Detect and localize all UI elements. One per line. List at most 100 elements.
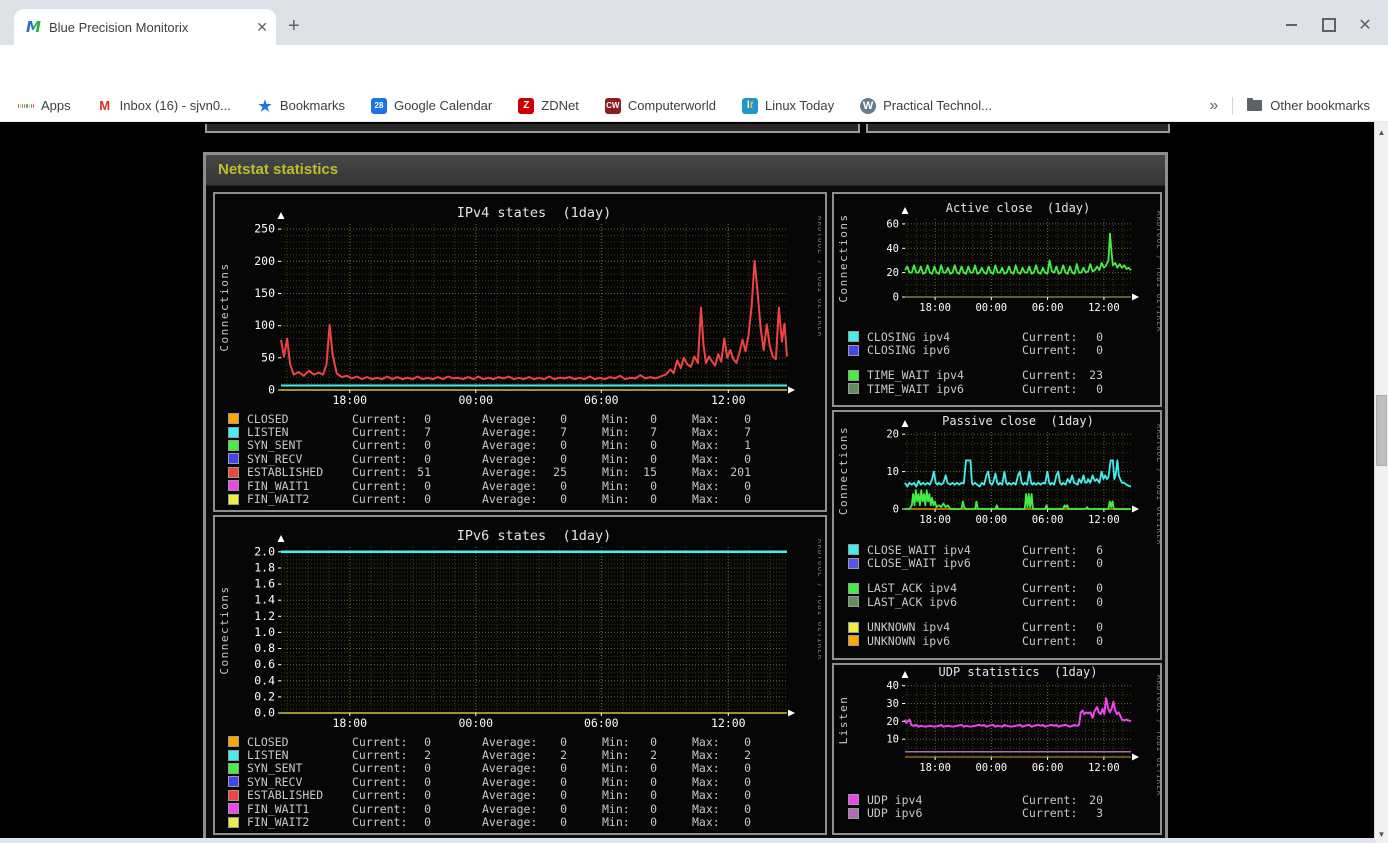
- other-bookmarks-label[interactable]: Other bookmarks: [1270, 98, 1370, 113]
- svg-text:0.4: 0.4: [254, 673, 275, 687]
- scrollbar-up-arrow[interactable]: ▲: [1375, 128, 1388, 137]
- legend-stat-label: Average:: [482, 478, 538, 493]
- legend-stat-label: Max:: [692, 734, 720, 749]
- legend-stat-value: 0: [560, 438, 567, 453]
- legend-stat-value: 0: [650, 492, 657, 507]
- legend-stat-value: 0: [1096, 581, 1103, 596]
- legend-stat-label: Current:: [1022, 368, 1078, 383]
- svg-text:Connections: Connections: [218, 262, 231, 351]
- legend-stat-label: Current:: [1022, 792, 1078, 807]
- previous-graph-panel-bottom: [205, 124, 860, 133]
- legend-stat-value: 2: [424, 748, 431, 763]
- window-maximize-button[interactable]: [1320, 16, 1338, 34]
- svg-text:0.0: 0.0: [254, 706, 275, 720]
- legend-label: ESTABLISHED: [247, 465, 324, 480]
- svg-text:0: 0: [893, 292, 899, 304]
- tab-close-icon[interactable]: ✕: [256, 19, 268, 36]
- legend-stat-value: 0: [744, 815, 751, 830]
- legend-label: LISTEN: [247, 748, 289, 763]
- bookmark-zdnet[interactable]: Z ZDNet: [518, 97, 579, 114]
- svg-text:RRDTOOL / TOBI OETIKER: RRDTOOL / TOBI OETIKER: [816, 539, 821, 660]
- svg-text:20: 20: [886, 429, 899, 441]
- legend-stat-value: 0: [424, 788, 431, 803]
- legend-swatch: [228, 736, 239, 748]
- legend-row: CLOSED Current: 0 Average: 0 Min: 0 Max: 0: [215, 411, 825, 426]
- svg-text:0.8: 0.8: [254, 641, 275, 655]
- legend-row: FIN_WAIT2 Current: 0 Average: 0 Min: 0 Max: 0: [215, 815, 825, 830]
- svg-text:IPv4 states (1day): IPv4 states (1day): [457, 205, 611, 221]
- svg-text:00:00: 00:00: [975, 302, 1007, 314]
- legend-stat-value: 0: [744, 734, 751, 749]
- bookmark-google-calendar[interactable]: 28 Google Calendar: [370, 97, 492, 114]
- legend-swatch: [228, 453, 239, 465]
- legend-stat-value: 0: [560, 801, 567, 816]
- legend-swatch: [848, 582, 859, 594]
- bookmark-linux-today[interactable]: l t Linux Today: [741, 97, 834, 114]
- legend-swatch: [228, 816, 239, 828]
- legend-stat-label: Current:: [352, 788, 408, 803]
- ipv4-states-graph[interactable]: 0 50 100 150 200 250 18:00 00:00 06:00 12:00 IPv4 …: [213, 192, 827, 512]
- netstat-statistics-section: Netstat statistics 0 50 100 150 200 250 18:00 0…: [203, 152, 1168, 838]
- legend-stat-label: Current:: [1022, 329, 1078, 344]
- svg-text:18:00: 18:00: [919, 762, 951, 774]
- legend-stat-value: 2: [744, 748, 751, 763]
- legend-label: LAST_ACK ipv4: [867, 581, 958, 596]
- svg-text:RRDTOOL / TOBI OETIKER: RRDTOOL / TOBI OETIKER: [1155, 675, 1160, 796]
- legend-stat-value: 51: [417, 465, 431, 480]
- ipv6-states-graph[interactable]: 0.0 0.2 0.4 0.6 0.8 1.0 1.2 1.4 1.6 1.8 2.0 18:00 00…: [213, 515, 827, 835]
- window-minimize-button[interactable]: [1282, 16, 1300, 34]
- legend-label: FIN_WAIT1: [247, 478, 310, 493]
- scrollbar-thumb[interactable]: [1376, 395, 1387, 466]
- svg-text:06:00: 06:00: [584, 716, 619, 730]
- previous-graph-panel-bottom: [866, 124, 1170, 133]
- legend-label: CLOSE_WAIT ipv4: [867, 542, 971, 557]
- legend-stat-value: 0: [744, 478, 751, 493]
- legend-stat-value: 15: [643, 465, 657, 480]
- window-bottom-edge: [0, 838, 1374, 843]
- window-close-button[interactable]: ✕: [1356, 16, 1374, 34]
- legend-stat-value: 7: [560, 425, 567, 440]
- legend-swatch: [228, 426, 239, 438]
- legend-swatch: [848, 369, 859, 381]
- legend-stat-label: Average:: [482, 788, 538, 803]
- legend-row: FIN_WAIT1 Current: 0 Average: 0 Min: 0 Max: 0: [215, 478, 825, 493]
- svg-text:1.6: 1.6: [254, 577, 275, 591]
- legend-label: UNKNOWN ipv4: [867, 620, 951, 635]
- legend-swatch: [848, 635, 859, 647]
- legend-stat-value: 0: [424, 774, 431, 789]
- legend-row: SYN_RECV Current: 0 Average: 0 Min: 0 Max: 0: [215, 774, 825, 789]
- svg-text:2.0: 2.0: [254, 544, 275, 558]
- bookmark-bookmarks[interactable]: ★ Bookmarks: [256, 97, 345, 115]
- bookmark-computerworld[interactable]: CW Computerworld: [604, 97, 716, 114]
- active-close-graph[interactable]: 0 20 40 60 18:00 00:00 06:00 12:00 Active close …: [832, 192, 1162, 407]
- bookmark-practical-technology[interactable]: W Practical Technol...: [860, 97, 992, 114]
- legend-row: UDP ipv6 Current: 3: [834, 806, 1160, 820]
- new-tab-button[interactable]: +: [288, 16, 300, 36]
- udp-statistics-graph[interactable]: 10 20 30 40 18:00 00:00 06:00 12:00 UDP statisti…: [832, 663, 1162, 835]
- scrollbar-down-arrow[interactable]: ▼: [1375, 830, 1388, 839]
- legend-row: CLOSED Current: 0 Average: 0 Min: 0 Max: 0: [215, 734, 825, 749]
- legend-stat-label: Min:: [602, 774, 630, 789]
- legend-stat-value: 0: [1096, 381, 1103, 396]
- legend-stat-label: Max:: [692, 801, 720, 816]
- b-apps-icon: [18, 98, 35, 114]
- svg-text:1.2: 1.2: [254, 609, 275, 623]
- bookmark-inbox[interactable]: M Inbox (16) - sjvn0...: [96, 97, 231, 114]
- svg-text:10: 10: [886, 734, 899, 746]
- bookmark-label: Computerworld: [627, 98, 716, 113]
- legend-stat-label: Current:: [1022, 343, 1078, 358]
- browser-tab[interactable]: M Blue Precision Monitorix ✕: [14, 9, 276, 45]
- bookmark-apps[interactable]: Apps: [18, 98, 71, 114]
- page-scrollbar[interactable]: ▲ ▼: [1374, 122, 1388, 843]
- bookmarks-overflow-chevron[interactable]: »: [1209, 97, 1218, 115]
- svg-text:12:00: 12:00: [1088, 514, 1120, 526]
- legend-stat-value: 0: [560, 815, 567, 830]
- legend-stat-value: 0: [424, 411, 431, 426]
- legend-stat-label: Current:: [1022, 542, 1078, 557]
- passive-close-graph[interactable]: 0 10 20 18:00 00:00 06:00 12:00 Passive close (…: [832, 410, 1162, 660]
- legend-stat-label: Current:: [352, 815, 408, 830]
- svg-text:IPv6 states (1day): IPv6 states (1day): [457, 528, 611, 544]
- svg-text:0.6: 0.6: [254, 657, 275, 671]
- svg-text:200: 200: [254, 254, 275, 268]
- svg-text:20: 20: [886, 716, 899, 728]
